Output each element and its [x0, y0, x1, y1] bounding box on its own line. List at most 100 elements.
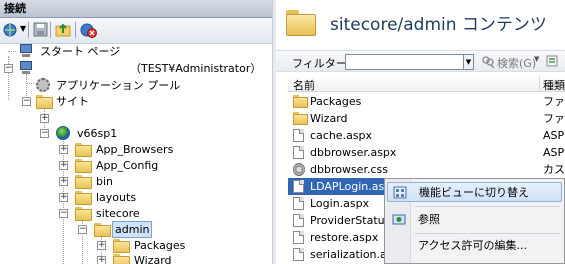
column-header: 名前 種類: [288, 76, 565, 92]
disconnect-icon[interactable]: [79, 21, 99, 39]
save-icon[interactable]: [31, 21, 51, 39]
file-icon: [293, 129, 304, 142]
expand-icon[interactable]: +: [97, 241, 106, 250]
connect-dropdown-icon[interactable]: ▼: [20, 24, 26, 33]
tree-item-label: v66sp1: [77, 127, 118, 140]
tree-item-label: layouts: [96, 191, 137, 204]
browse-icon: [392, 214, 406, 225]
context-menu: 機能ビューに切り替え 参照 アクセス許可の編集...: [384, 178, 565, 264]
file-name: ProviderStatus: [310, 214, 391, 227]
folder-icon: [293, 95, 308, 108]
tree-item-label: アプリケーション プール: [56, 79, 181, 92]
app-pool-icon: [36, 78, 50, 92]
menu-item-label: アクセス許可の編集...: [418, 239, 527, 252]
menu-item-label: 参照: [418, 213, 440, 226]
folder-icon: [75, 191, 92, 205]
toolbar-separator: [28, 22, 29, 38]
file-name: restore.aspx: [310, 231, 379, 244]
feature-view-icon: [393, 186, 407, 199]
file-row[interactable]: dbbrowser.aspx ASP: [288, 144, 565, 161]
folder-icon: [286, 10, 318, 36]
server-icon: [18, 61, 34, 75]
folder-icon: [94, 223, 111, 237]
file-icon: [293, 146, 304, 159]
filter-dropdown-icon[interactable]: ▼: [464, 54, 474, 70]
expand-icon[interactable]: +: [59, 177, 68, 186]
tree-item-folder[interactable]: + App_Browsers: [0, 141, 272, 158]
tree-item-admin[interactable]: − admin: [0, 221, 272, 238]
menu-item-label: 機能ビューに切り替え: [419, 186, 529, 199]
file-name: dbbrowser.css: [310, 163, 388, 176]
file-row[interactable]: Wizard ファイ: [288, 110, 565, 127]
file-icon: [293, 231, 304, 244]
tree-item-label: Wizard: [134, 254, 172, 264]
column-divider[interactable]: [539, 76, 540, 92]
file-name: Login.aspx: [310, 197, 370, 210]
tree-item-folder[interactable]: + layouts: [0, 189, 272, 206]
file-row[interactable]: cache.aspx ASP: [288, 127, 565, 144]
connect-icon[interactable]: [2, 21, 22, 39]
folder-icon: [36, 95, 53, 109]
expand-icon[interactable]: +: [59, 145, 68, 154]
tree-item-folder[interactable]: + bin: [0, 173, 272, 190]
tree-item-label: bin: [96, 175, 114, 188]
filter-bar: フィルター: ▼ 検索(G) ▼: [276, 50, 565, 72]
tree-item-folder[interactable]: + App_Config: [0, 157, 272, 174]
search-label: 検索(G): [497, 57, 537, 70]
tree-item-label: App_Config: [96, 159, 159, 172]
expand-icon[interactable]: +: [40, 114, 49, 123]
tree-item-label: サイト: [56, 95, 89, 108]
tree-item-app-pools[interactable]: アプリケーション プール: [0, 77, 272, 94]
tree-item-site[interactable]: − v66sp1: [0, 125, 272, 142]
filter-label: フィルター:: [292, 57, 351, 70]
tree-item-sitecore[interactable]: − sitecore: [0, 205, 272, 222]
folder-icon: [75, 207, 92, 221]
tree-item-label: App_Browsers: [96, 143, 174, 156]
start-page-icon: [18, 44, 34, 58]
file-row[interactable]: Packages ファイ: [288, 93, 565, 110]
file-icon: [293, 197, 304, 210]
folder-icon: [75, 143, 92, 157]
menu-item-switch-feature-view[interactable]: 機能ビューに切り替え: [387, 182, 562, 202]
collapse-icon[interactable]: −: [40, 129, 49, 138]
tree-item-folder[interactable]: + Wizard: [0, 252, 272, 264]
tree-item-start-page[interactable]: スタート ページ: [0, 43, 272, 60]
folder-icon: [75, 159, 92, 173]
menu-item-browse[interactable]: 参照: [387, 210, 562, 230]
column-header-name[interactable]: 名前: [293, 77, 315, 93]
expand-icon[interactable]: +: [59, 193, 68, 202]
connections-pane: 接続 ▼ スタート ページ − （TEST¥Administrator） アプリ…: [0, 0, 272, 264]
tree-item-sites[interactable]: − サイト: [0, 93, 272, 110]
folder-icon: [75, 175, 92, 189]
file-name: Wizard: [310, 112, 348, 125]
toolbar-separator: [75, 22, 76, 38]
search-dropdown-icon[interactable]: ▼: [534, 55, 539, 63]
file-type: ファイ: [543, 95, 565, 108]
folder-icon: [293, 112, 308, 125]
column-header-type[interactable]: 種類: [543, 77, 565, 93]
collapse-icon[interactable]: −: [4, 64, 13, 73]
file-row[interactable]: dbbrowser.css カスク: [288, 161, 565, 178]
toolbar-separator: [50, 22, 51, 38]
view-mode-icon[interactable]: [546, 54, 562, 68]
file-name: dbbrowser.aspx: [310, 146, 397, 159]
file-icon: [293, 180, 304, 193]
file-name: Packages: [310, 95, 362, 108]
globe-icon: [56, 126, 70, 140]
file-type: ASP: [543, 129, 565, 142]
file-name: cache.aspx: [310, 129, 373, 142]
expand-icon[interactable]: +: [59, 161, 68, 170]
collapse-icon[interactable]: −: [78, 225, 87, 234]
filter-input[interactable]: [345, 54, 464, 70]
tree-item-server[interactable]: − （TEST¥Administrator）: [0, 60, 272, 77]
collapse-icon[interactable]: −: [22, 97, 31, 106]
menu-item-edit-permissions[interactable]: アクセス許可の編集...: [387, 236, 562, 256]
file-type: ファイ: [543, 112, 565, 125]
page-title: sitecore/admin コンテンツ: [330, 15, 547, 35]
folder-icon: [113, 239, 130, 253]
up-level-icon[interactable]: [54, 21, 74, 39]
search-icon: [482, 56, 494, 68]
collapse-icon[interactable]: −: [59, 209, 68, 218]
expand-icon[interactable]: +: [97, 256, 106, 264]
file-type: カスク: [543, 163, 565, 176]
